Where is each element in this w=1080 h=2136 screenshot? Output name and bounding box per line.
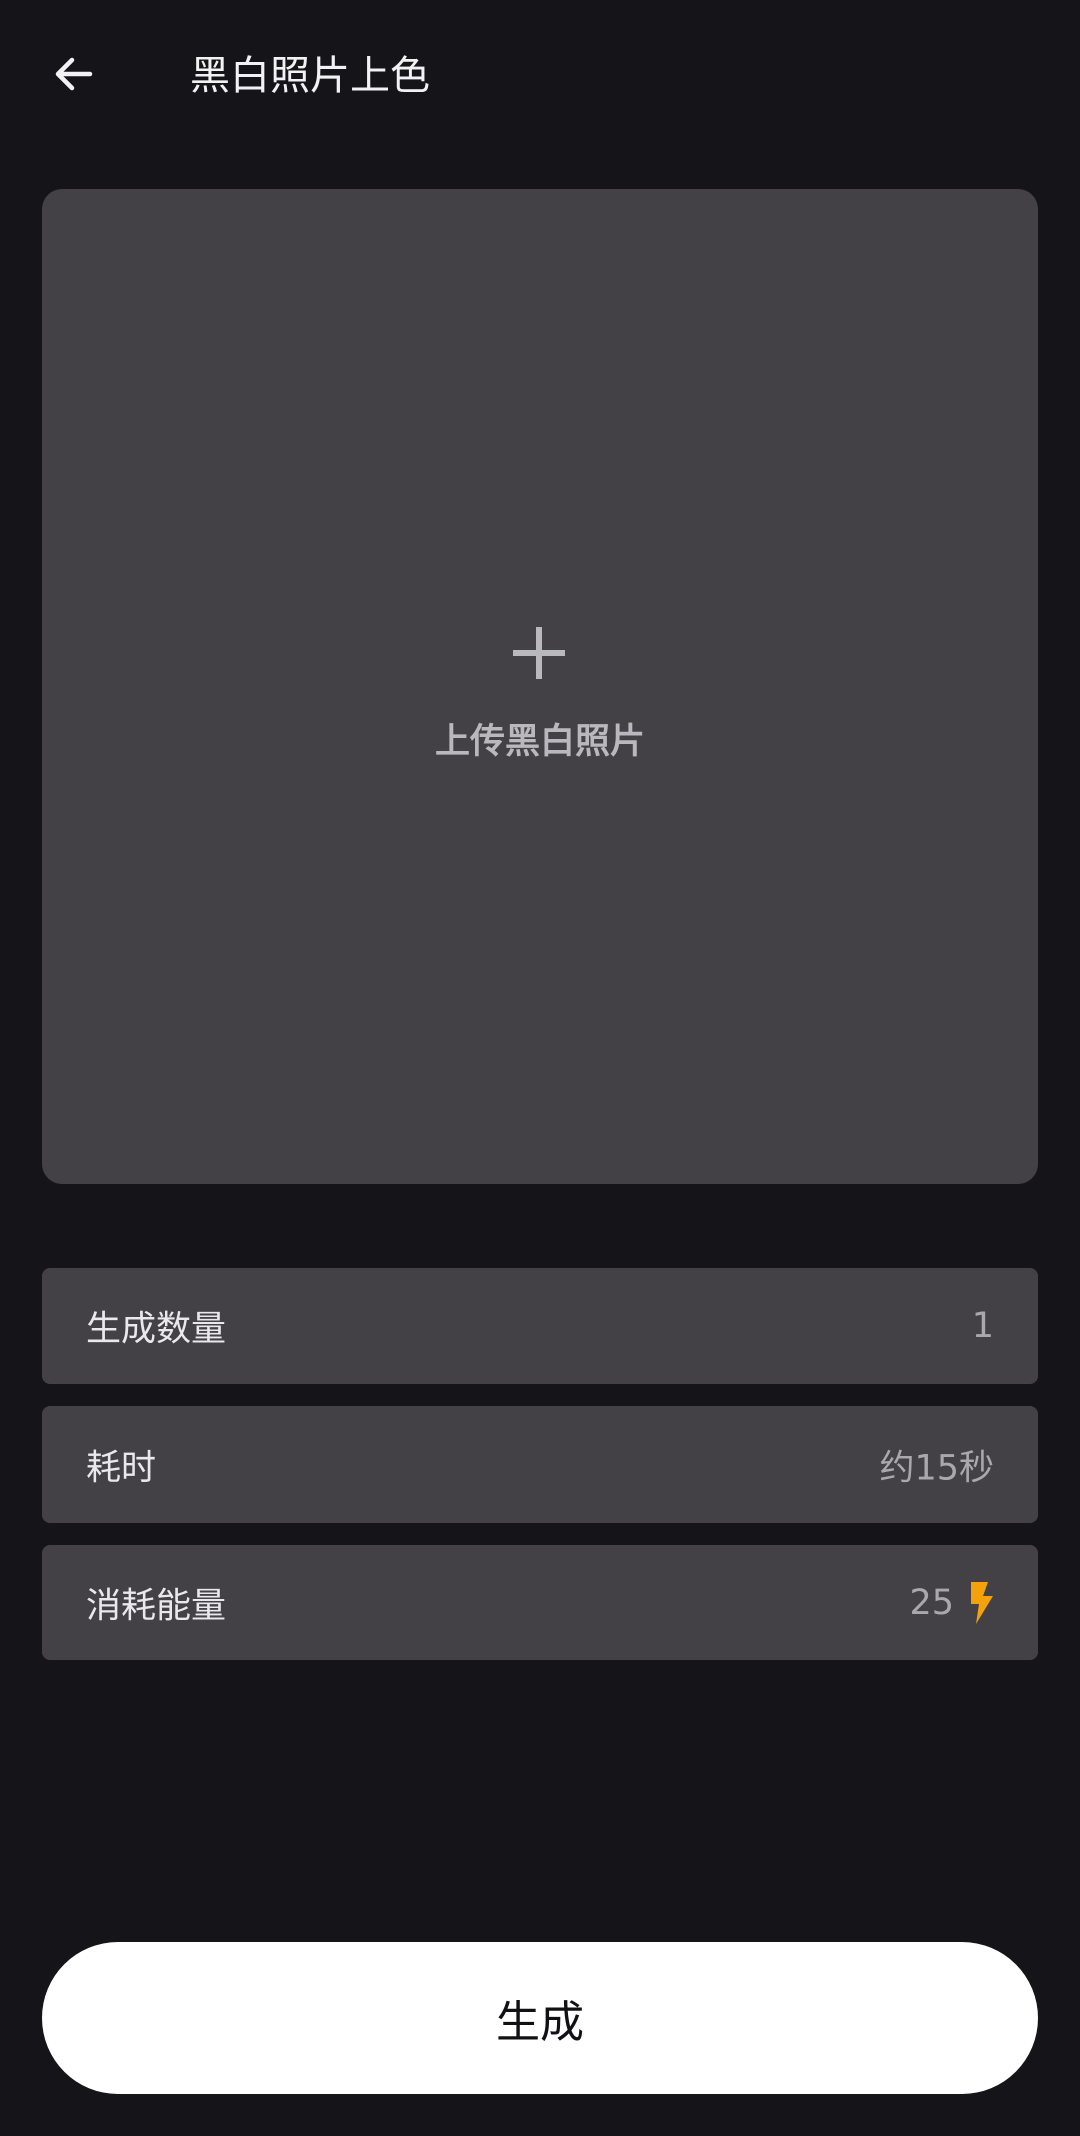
generate-count-number: 1 [971, 1306, 994, 1346]
time-cost-label: 耗时 [86, 1448, 157, 1488]
energy-cost-number: 25 [909, 1582, 954, 1623]
energy-cost-label: 消耗能量 [86, 1586, 227, 1626]
upload-label: 上传黑白照片 [434, 722, 645, 762]
generate-count-label: 生成数量 [86, 1309, 227, 1350]
top-app-bar: 黑白照片上色 [0, 0, 1080, 150]
energy-cost-row: 消耗能量 25 [42, 1545, 1038, 1660]
plus-icon [513, 627, 565, 679]
time-cost-text: 约15秒 [879, 1448, 994, 1488]
generate-count-row: 生成数量 1 [42, 1268, 1038, 1384]
back-button[interactable] [44, 44, 104, 104]
energy-cost-value: 25 [909, 1581, 994, 1624]
generate-button-label: 生成 [496, 1997, 584, 2048]
generate-count-value: 1 [972, 1306, 994, 1346]
upload-photo-area[interactable] [42, 189, 1038, 1184]
time-cost-value: 约15秒 [879, 1439, 994, 1490]
page-title: 黑白照片上色 [190, 53, 430, 99]
generate-button[interactable]: 生成 [42, 1942, 1038, 2094]
time-cost-row: 耗时 约15秒 [42, 1406, 1038, 1523]
lightning-bolt-icon [971, 1581, 993, 1624]
arrow-left-icon [55, 57, 93, 91]
